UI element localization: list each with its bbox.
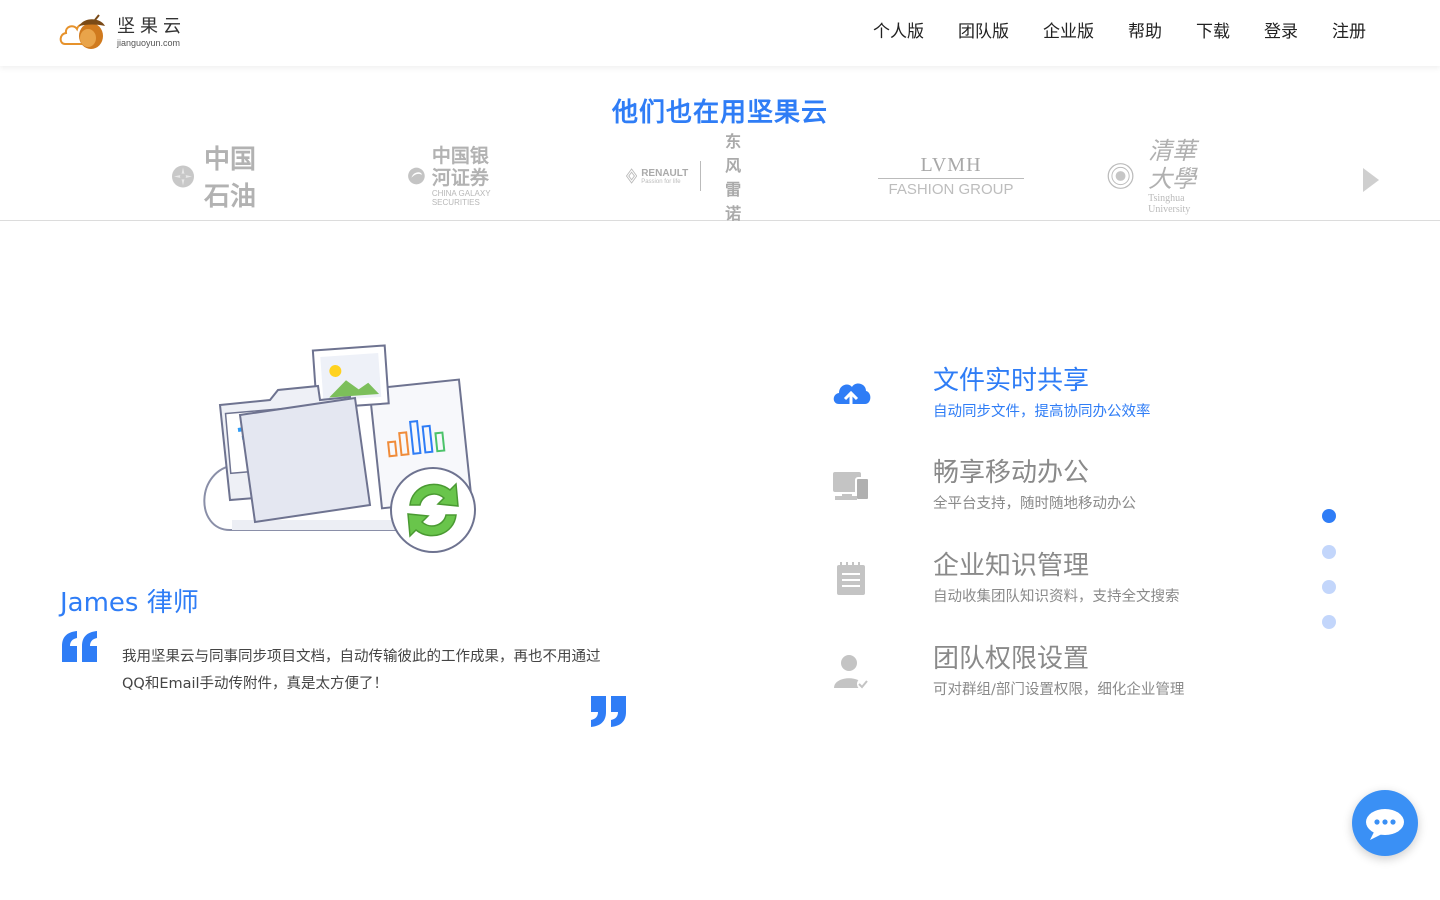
nav-personal[interactable]: 个人版 [873, 20, 924, 44]
feature-team-permissions[interactable]: 团队权限设置 可对群组/部门设置权限，细化企业管理 [830, 638, 1250, 718]
client-logo-petrochina: 中国石油 [170, 145, 256, 212]
file-sync-illustration [200, 340, 490, 560]
feature-mobile-office[interactable]: 畅享移动办公 全平台支持，随时随地移动办公 [830, 452, 1250, 532]
pagination-dot-3[interactable] [1322, 580, 1336, 594]
nav-register[interactable]: 注册 [1332, 20, 1366, 44]
pagination-dot-4[interactable] [1322, 615, 1336, 629]
client-subname: CHINA GALAXY SECURITIES [431, 189, 491, 207]
feature-title: 企业知识管理 [933, 551, 1090, 581]
feature-title: 团队权限设置 [933, 644, 1090, 674]
nav-download[interactable]: 下载 [1196, 20, 1230, 44]
clients-section: 他们也在用坚果云 中国石油 中国银河证券 CHINA GALAXY SECURI… [0, 66, 1440, 223]
clients-title: 他们也在用坚果云 [611, 98, 828, 128]
tsinghua-seal-icon [1107, 163, 1134, 189]
client-logo-tsinghua: 清華大學 Tsinghua University [1107, 137, 1207, 215]
pagination-dot-1[interactable] [1322, 509, 1336, 523]
feature-desc: 全平台支持，随时随地移动办公 [933, 496, 1136, 512]
galaxy-swirl-icon [408, 167, 425, 185]
client-name: 中国银河证券 [431, 145, 489, 189]
feature-title: 畅享移动办公 [933, 458, 1090, 488]
logo-domain: jianguoyun.com [117, 38, 181, 48]
chat-bubble-icon [1366, 809, 1404, 840]
client-logo-renault: RENAULT Passion for life 东风雷诺 [626, 132, 755, 223]
client-name: 清華大學 [1148, 137, 1197, 193]
divider [700, 161, 702, 191]
nav-help[interactable]: 帮助 [1128, 20, 1162, 44]
nav-enterprise[interactable]: 企业版 [1043, 20, 1094, 44]
main-nav: 个人版 团队版 企业版 帮助 下载 登录 注册 [839, 20, 1366, 44]
notepad-icon [837, 562, 865, 595]
renault-diamond-icon [626, 168, 638, 184]
petrochina-emblem-icon [172, 165, 194, 188]
feature-desc: 自动收集团队知识资料，支持全文搜索 [933, 589, 1180, 605]
quote-close-icon [591, 696, 626, 727]
logo-name: 坚果云 [117, 16, 186, 37]
testimonial-author: James 律师 [60, 588, 199, 618]
client-subname: Tsinghua University [1148, 193, 1191, 215]
feature-desc: 自动同步文件，提高协同办公效率 [933, 404, 1151, 420]
site-header: 坚果云 jianguoyun.com 个人版 团队版 企业版 帮助 下载 登录 … [0, 0, 1440, 66]
feature-file-sharing[interactable]: 文件实时共享 自动同步文件，提高协同办公效率 [830, 360, 1250, 440]
cloud-upload-icon [833, 383, 871, 408]
client-subname: FASHION GROUP [888, 181, 1014, 198]
chat-support-button[interactable] [1352, 790, 1418, 856]
client-subname: Passion for life [641, 178, 681, 185]
devices-icon [833, 472, 870, 501]
pagination-dot-2[interactable] [1322, 545, 1336, 559]
testimonial-quote: 我用坚果云与同事同步项目文档，自动传输彼此的工作成果，再也不用通过QQ和Emai… [122, 649, 601, 692]
client-logo-galaxy: 中国银河证券 CHINA GALAXY SECURITIES [407, 145, 495, 207]
nav-login[interactable]: 登录 [1264, 20, 1298, 44]
client-name: LVMH [878, 154, 1024, 179]
acorn-logo-icon [59, 14, 105, 49]
feature-knowledge-management[interactable]: 企业知识管理 自动收集团队知识资料，支持全文搜索 [830, 545, 1250, 625]
client-name: 中国石油 [204, 145, 257, 212]
nav-team[interactable]: 团队版 [958, 20, 1009, 44]
client-name-cn: 东风雷诺 [725, 132, 742, 223]
quote-open-icon [62, 631, 97, 662]
client-name: RENAULT [641, 167, 689, 179]
client-logo-lvmh: LVMH FASHION GROUP [878, 148, 1024, 204]
feature-desc: 可对群组/部门设置权限，细化企业管理 [933, 682, 1185, 698]
feature-title: 文件实时共享 [933, 366, 1090, 396]
user-permission-icon [834, 655, 869, 690]
carousel-next-arrow-icon[interactable] [1363, 168, 1379, 192]
logo[interactable]: 坚果云 jianguoyun.com [59, 14, 186, 52]
